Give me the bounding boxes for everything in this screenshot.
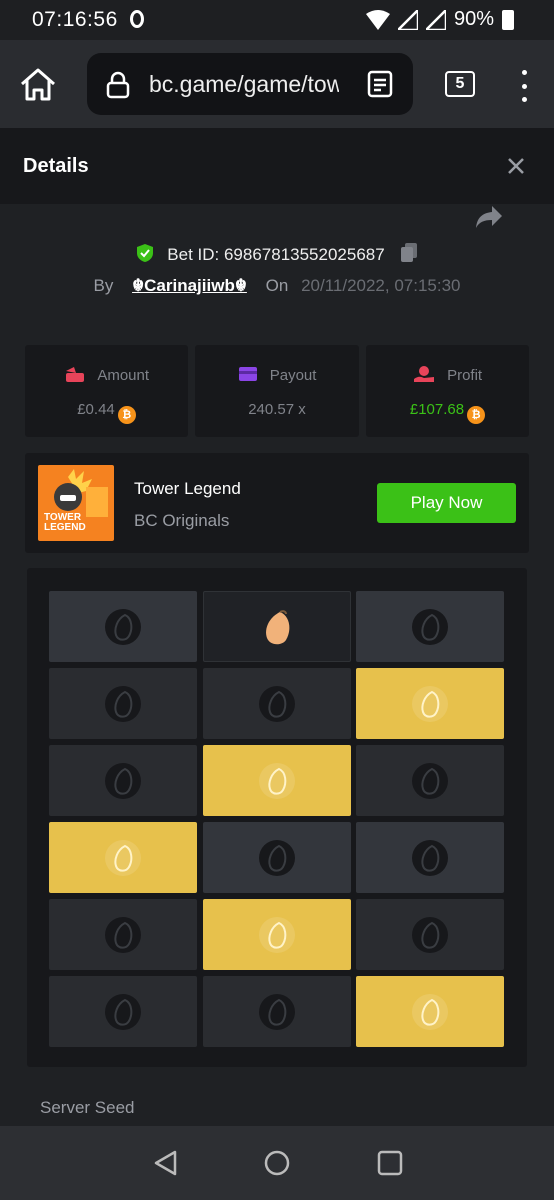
mango-icon (105, 994, 141, 1030)
url-bar[interactable]: bc.game/game/tow (87, 53, 413, 115)
battery-icon (502, 9, 514, 30)
tower-cell (49, 591, 197, 662)
mango-icon (412, 686, 448, 722)
game-card: TOWER LEGEND Tower Legend BC Originals P… (25, 453, 529, 553)
profit-card: Profit £107.68 ₿ (366, 345, 529, 437)
home-icon[interactable] (18, 66, 58, 102)
tower-cell (203, 822, 351, 893)
system-nav-bar (0, 1126, 554, 1200)
mango-icon (412, 763, 448, 799)
profit-label: Profit (447, 367, 483, 384)
bet-stats: Amount £0.44 ₿ Payout 240.57 x Profit £1… (25, 345, 529, 437)
home-circle-icon[interactable] (264, 1150, 290, 1176)
tower-cell (49, 668, 197, 739)
btc-coin-icon: ₿ (117, 406, 136, 424)
amount-card: Amount £0.44 ₿ (25, 345, 188, 437)
modal-header: Details (0, 128, 554, 204)
mango-icon (105, 763, 141, 799)
mango-icon (412, 609, 448, 645)
opera-icon (130, 10, 144, 28)
tower-cell (203, 899, 351, 970)
mango-icon (105, 840, 141, 876)
share-icon[interactable] (474, 204, 504, 230)
tower-cell (49, 745, 197, 816)
profit-value: £107.68 (409, 401, 465, 418)
thumbnail-text: TOWER LEGEND (44, 512, 86, 533)
btc-coin-icon: ₿ (467, 406, 486, 424)
bet-details: Bet ID: 69867813552025687 By ☬Carinajiiw… (0, 204, 554, 1126)
tower-cell (49, 976, 197, 1047)
signal-icon-2 (425, 9, 446, 30)
tower-cell (356, 668, 504, 739)
bet-id: Bet ID: 69867813552025687 (167, 245, 385, 264)
tower-cell (356, 899, 504, 970)
modal-title: Details (23, 155, 89, 177)
by-label: By (93, 276, 114, 295)
mango-icon (259, 763, 295, 799)
bet-date: 20/11/2022, 07:15:30 (301, 276, 461, 295)
status-bar: 07:16:56 90% (0, 0, 554, 40)
profit-hand-icon (413, 366, 434, 382)
back-icon[interactable] (153, 1150, 179, 1176)
mango-icon (105, 686, 141, 722)
status-time: 07:16:56 (32, 8, 118, 31)
mango-icon (412, 917, 448, 953)
tower-cell (49, 822, 197, 893)
reader-mode-icon[interactable] (367, 70, 393, 98)
amount-icon (65, 367, 84, 382)
game-provider: BC Originals (134, 511, 230, 530)
bet-meta: By ☬Carinajiiwb☬ On 20/11/2022, 07:15:30 (0, 276, 554, 296)
mango-icon (259, 686, 295, 722)
amount-label: Amount (97, 367, 150, 384)
mango-icon (105, 917, 141, 953)
payout-card: Payout 240.57 x (195, 345, 359, 437)
mango-icon (105, 609, 141, 645)
url-text: bc.game/game/tow (149, 71, 339, 97)
mango-icon (412, 994, 448, 1030)
signal-icon (397, 9, 418, 30)
tower-cell (203, 976, 351, 1047)
mango-icon (259, 994, 295, 1030)
mango-icon (259, 840, 295, 876)
tower-cell (203, 745, 351, 816)
close-icon[interactable] (504, 154, 528, 178)
bet-id-line: Bet ID: 69867813552025687 (0, 242, 554, 265)
wallet-icon (238, 367, 257, 381)
tower-cell (203, 668, 351, 739)
tower-cell (356, 976, 504, 1047)
status-indicators: 90% (365, 8, 514, 31)
tab-switcher-button[interactable]: 5 (445, 71, 475, 97)
tower-cell (203, 591, 351, 662)
overflow-menu-icon[interactable] (520, 70, 528, 102)
tower-cell (356, 591, 504, 662)
copy-icon[interactable] (399, 242, 419, 264)
mango-icon (412, 840, 448, 876)
mango-icon (266, 610, 290, 645)
payout-value: 240.57 x (248, 401, 306, 418)
server-seed-label: Server Seed (40, 1098, 135, 1117)
battery-percent: 90% (453, 8, 494, 30)
browser-toolbar: bc.game/game/tow 5 (0, 40, 554, 129)
amount-value: £0.44 (77, 401, 115, 418)
lock-icon (106, 71, 130, 99)
wifi-icon (365, 9, 390, 30)
on-label: On (265, 276, 289, 295)
tower-cell (356, 745, 504, 816)
tower-cell (49, 899, 197, 970)
username-link[interactable]: ☬Carinajiiwb☬ (132, 276, 247, 295)
tower-cell (356, 822, 504, 893)
verified-shield-icon (136, 244, 153, 262)
recents-icon[interactable] (377, 1150, 403, 1176)
game-name: Tower Legend (134, 479, 241, 498)
tower-board (27, 568, 527, 1067)
play-now-button[interactable]: Play Now (377, 483, 516, 523)
payout-label: Payout (269, 367, 317, 384)
game-thumbnail[interactable]: TOWER LEGEND (38, 465, 114, 541)
mango-icon (259, 917, 295, 953)
